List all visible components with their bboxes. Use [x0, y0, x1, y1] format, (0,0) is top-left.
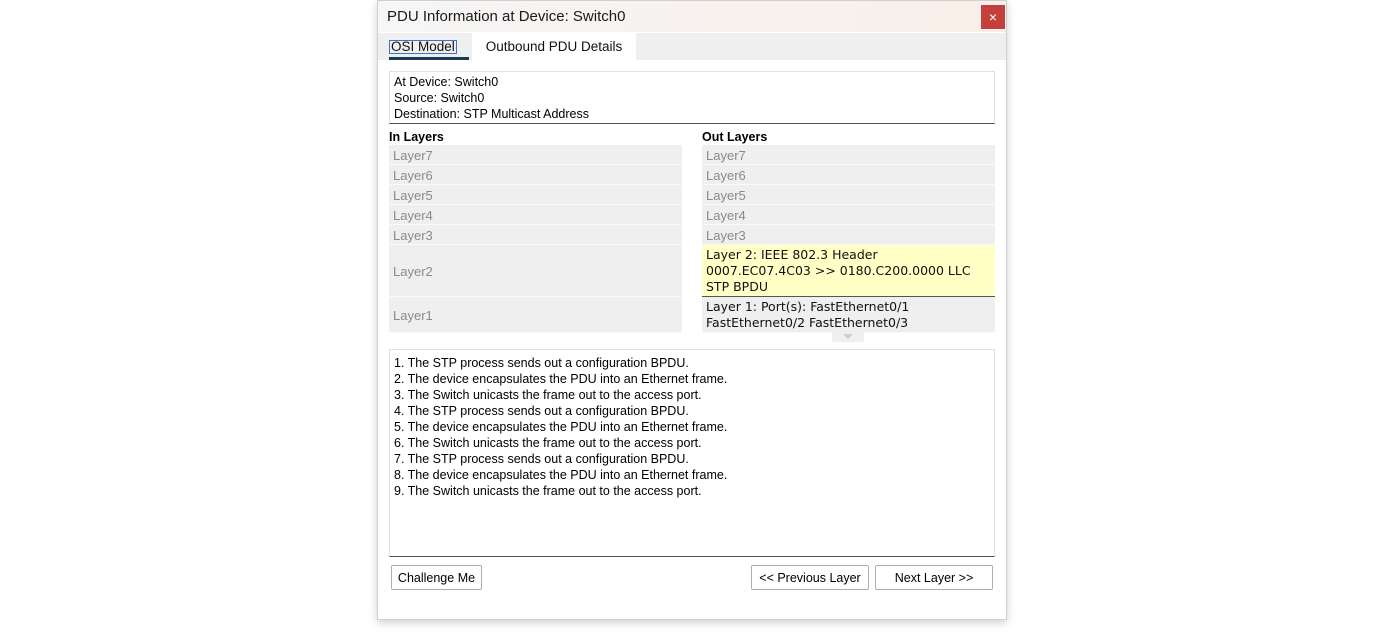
out-layer-3[interactable]: Layer3 [702, 225, 995, 245]
tab-osi-model-label: OSI Model [389, 39, 457, 54]
in-layer-1[interactable]: Layer1 [389, 297, 682, 333]
out-layer-1-line-1: Layer 1: Port(s): FastEthernet0/1 [706, 299, 910, 314]
challenge-me-button[interactable]: Challenge Me [391, 565, 482, 590]
active-tab-indicator [389, 57, 469, 60]
step-item: 4. The STP process sends out a configura… [394, 404, 689, 418]
step-item: 8. The device encapsulates the PDU into … [394, 468, 728, 482]
out-layers-heading: Out Layers [702, 130, 768, 144]
device-info-panel: At Device: Switch0 Source: Switch0 Desti… [389, 71, 995, 124]
title-bar: PDU Information at Device: Switch0 × [378, 1, 1006, 32]
out-layer-6-label: Layer6 [706, 168, 746, 183]
in-layers-heading: In Layers [389, 130, 444, 144]
in-layer-4[interactable]: Layer4 [389, 205, 682, 225]
next-layer-button[interactable]: Next Layer >> [875, 565, 993, 590]
in-layer-4-label: Layer4 [393, 208, 433, 223]
step-item: 3. The Switch unicasts the frame out to … [394, 388, 702, 402]
pdu-info-window: PDU Information at Device: Switch0 × OSI… [377, 0, 1007, 620]
in-layer-7-label: Layer7 [393, 148, 433, 163]
destination-text: Destination: STP Multicast Address [394, 107, 589, 121]
in-layer-3[interactable]: Layer3 [389, 225, 682, 245]
out-layer-3-label: Layer3 [706, 228, 746, 243]
out-layer-7[interactable]: Layer7 [702, 145, 995, 165]
in-layer-2[interactable]: Layer2 [389, 245, 682, 297]
step-item: 1. The STP process sends out a configura… [394, 356, 689, 370]
out-layer-4-label: Layer4 [706, 208, 746, 223]
previous-layer-button[interactable]: << Previous Layer [751, 565, 869, 590]
tab-outbound-pdu-details[interactable]: Outbound PDU Details [472, 33, 636, 60]
in-layer-7[interactable]: Layer7 [389, 145, 682, 165]
tab-osi-model[interactable]: OSI Model [389, 33, 469, 60]
out-layer-2-line-2: 0007.EC07.4C03 >> 0180.C200.0000 LLC [706, 263, 971, 278]
out-layer-2-selected[interactable]: Layer 2: IEEE 802.3 Header 0007.EC07.4C0… [702, 245, 995, 297]
out-layer-2-line-1: Layer 2: IEEE 802.3 Header [706, 247, 878, 262]
in-layer-5[interactable]: Layer5 [389, 185, 682, 205]
out-layer-1-line-2: FastEthernet0/2 FastEthernet0/3 [706, 315, 909, 330]
step-item: 9. The Switch unicasts the frame out to … [394, 484, 702, 498]
close-icon[interactable]: × [981, 5, 1005, 29]
out-layer-1[interactable]: Layer 1: Port(s): FastEthernet0/1 FastEt… [702, 297, 995, 333]
source-text: Source: Switch0 [394, 91, 485, 105]
step-item: 2. The device encapsulates the PDU into … [394, 372, 728, 386]
out-layer-5[interactable]: Layer5 [702, 185, 995, 205]
chevron-down-icon [832, 332, 864, 342]
out-layer-4[interactable]: Layer4 [702, 205, 995, 225]
step-item: 7. The STP process sends out a configura… [394, 452, 689, 466]
in-layer-3-label: Layer3 [393, 228, 433, 243]
out-layer-5-label: Layer5 [706, 188, 746, 203]
in-layer-6[interactable]: Layer6 [389, 165, 682, 185]
step-item: 6. The Switch unicasts the frame out to … [394, 436, 702, 450]
at-device-text: At Device: Switch0 [394, 75, 499, 89]
in-layer-6-label: Layer6 [393, 168, 433, 183]
out-layer-7-label: Layer7 [706, 148, 746, 163]
out-layer-2-line-3: STP BPDU [706, 279, 768, 294]
in-layer-5-label: Layer5 [393, 188, 433, 203]
steps-description-panel: 1. The STP process sends out a configura… [389, 349, 995, 557]
tab-bar: OSI Model Outbound PDU Details [378, 33, 1006, 60]
in-layer-2-label: Layer2 [393, 264, 433, 279]
out-layer-6[interactable]: Layer6 [702, 165, 995, 185]
step-item: 5. The device encapsulates the PDU into … [394, 420, 728, 434]
in-layer-1-label: Layer1 [393, 308, 433, 323]
window-title: PDU Information at Device: Switch0 [387, 8, 626, 25]
